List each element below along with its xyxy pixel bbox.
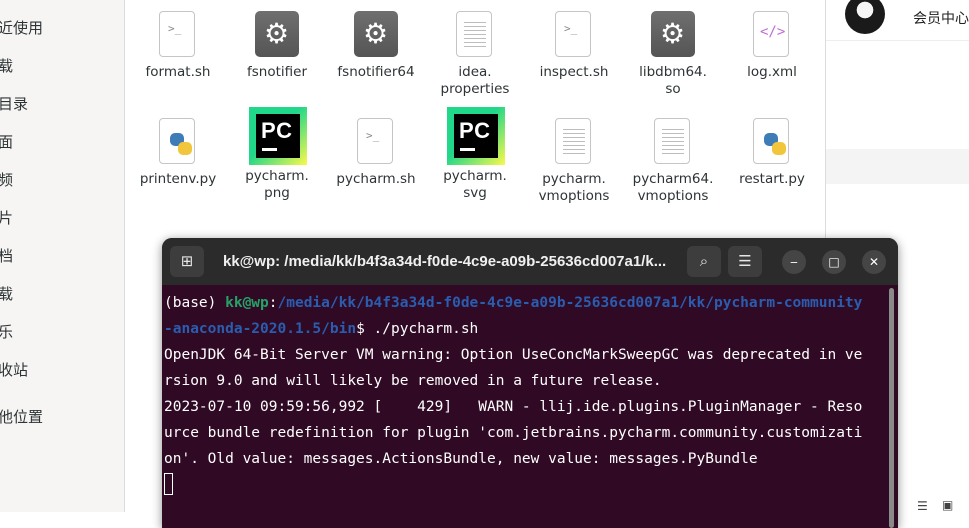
file-item[interactable]: >_ pycharm.sh: [326, 118, 426, 188]
sidebar-item-other-locations[interactable]: 他位置: [0, 406, 43, 427]
close-icon[interactable]: ✕: [862, 250, 886, 274]
sidebar-item-trash[interactable]: 收站: [0, 359, 28, 380]
lock-icon[interactable]: ▣: [942, 498, 953, 512]
sidebar-item-documents[interactable]: 档: [0, 245, 13, 266]
hamburger-menu-icon[interactable]: ☰: [728, 246, 762, 277]
text-file-icon: [453, 11, 497, 59]
minimize-icon[interactable]: ‒: [782, 250, 806, 274]
output-line: 2023-07-10 09:59:56,992 [ 429] WARN - ll…: [164, 399, 863, 415]
file-item[interactable]: pycharm64. vmoptions: [623, 118, 723, 205]
cursor-line: [164, 472, 886, 498]
file-name: idea. properties: [440, 64, 510, 97]
maximize-icon[interactable]: □: [822, 250, 846, 274]
sidebar-item-downloads[interactable]: 载: [0, 55, 13, 76]
text-file-icon: [552, 118, 596, 166]
prompt-command: $ ./pycharm.sh: [356, 321, 479, 337]
file-item[interactable]: ⚙ libdbm64. so: [623, 11, 723, 98]
sidebar-item-recent[interactable]: 近使用: [0, 17, 43, 38]
file-name: pycharm. png: [245, 168, 309, 201]
prompt-env: (base): [164, 295, 226, 311]
output-line: on'. Old value: messages.ActionsBundle, …: [164, 451, 758, 467]
sidebar-item-music[interactable]: 乐: [0, 321, 13, 342]
sidebar-item-pictures[interactable]: 片: [0, 207, 13, 228]
file-item[interactable]: restart.py: [722, 118, 822, 188]
new-tab-icon[interactable]: ⊞: [170, 246, 204, 277]
xml-file-icon: </>: [750, 11, 794, 59]
file-name: restart.py: [739, 171, 805, 187]
prompt-colon: :: [268, 295, 278, 311]
sidebar-item-downloads-2[interactable]: 载: [0, 283, 13, 304]
pycharm-logo-icon: PC: [447, 107, 505, 165]
script-file-icon: >_: [354, 118, 398, 166]
search-icon[interactable]: ⌕: [687, 246, 721, 277]
sidebar-item-home[interactable]: 目录: [0, 93, 28, 114]
list-icon[interactable]: ☰: [917, 499, 928, 513]
file-name: pycharm. svg: [443, 168, 507, 201]
file-name: libdbm64. so: [639, 64, 707, 97]
script-file-icon: >_: [552, 11, 596, 59]
pycharm-logo-icon: PC: [249, 107, 307, 165]
prompt-path: /media/kk/b4f3a34d-f0de-4c9e-a09b-25636c…: [277, 295, 863, 311]
prompt-user: kk@wp: [225, 295, 269, 311]
file-manager-sidebar: 近使用 载 目录 面 频 片 档 载 乐 收站 他位置: [0, 0, 125, 512]
file-item[interactable]: printenv.py: [128, 118, 228, 188]
file-name: fsnotifier64: [337, 64, 415, 80]
output-line: OpenJDK 64-Bit Server VM warning: Option…: [164, 347, 863, 363]
output-line: rsion 9.0 and will likely be removed in …: [164, 373, 662, 389]
file-name: log.xml: [747, 64, 797, 80]
file-item[interactable]: PC pycharm. png: [227, 107, 327, 202]
sidebar-item-desktop[interactable]: 面: [0, 131, 13, 152]
prompt-line: (base) kk@wp:/media/kk/b4f3a34d-f0de-4c9…: [164, 290, 886, 316]
sidebar-item-videos[interactable]: 频: [0, 169, 13, 190]
file-item[interactable]: pycharm. vmoptions: [524, 118, 624, 205]
terminal-titlebar[interactable]: ⊞ kk@wp: /media/kk/b4f3a34d-f0de-4c9e-a0…: [162, 238, 898, 285]
executable-gear-icon: ⚙: [651, 11, 695, 59]
highlight-band: [826, 149, 969, 184]
file-item[interactable]: PC pycharm. svg: [425, 107, 525, 202]
file-name: pycharm64. vmoptions: [632, 171, 714, 204]
file-item[interactable]: >_ format.sh: [128, 11, 228, 81]
file-name: printenv.py: [139, 171, 217, 187]
member-center-link[interactable]: 会员中心: [913, 8, 969, 28]
file-name: pycharm.sh: [336, 171, 416, 187]
file-item[interactable]: ⚙ fsnotifier64: [326, 11, 426, 81]
output-line: urce bundle redefinition for plugin 'com…: [164, 425, 863, 441]
executable-gear-icon: ⚙: [354, 11, 398, 59]
file-item[interactable]: idea. properties: [425, 11, 525, 98]
text-cursor: [164, 472, 173, 495]
executable-gear-icon: ⚙: [255, 11, 299, 59]
file-name: fsnotifier: [246, 64, 307, 80]
terminal-scrollbar[interactable]: [889, 288, 894, 528]
avatar[interactable]: [845, 0, 885, 34]
python-file-icon: [750, 118, 794, 166]
text-file-icon: [651, 118, 695, 166]
file-item[interactable]: </> log.xml: [722, 11, 822, 81]
script-file-icon: >_: [156, 11, 200, 59]
file-item[interactable]: ⚙ fsnotifier: [227, 11, 327, 81]
file-item[interactable]: >_ inspect.sh: [524, 11, 624, 81]
terminal-output[interactable]: (base) kk@wp:/media/kk/b4f3a34d-f0de-4c9…: [164, 290, 886, 498]
file-name: inspect.sh: [539, 64, 609, 80]
divider: [826, 40, 969, 41]
prompt-line-continued: -anaconda-2020.1.5/bin$ ./pycharm.sh: [164, 316, 886, 342]
file-name: format.sh: [145, 64, 211, 80]
terminal-title: kk@wp: /media/kk/b4f3a34d-f0de-4c9e-a09b…: [223, 253, 667, 270]
python-file-icon: [156, 118, 200, 166]
prompt-path-continued: -anaconda-2020.1.5/bin: [164, 321, 357, 337]
terminal-window[interactable]: ⊞ kk@wp: /media/kk/b4f3a34d-f0de-4c9e-a0…: [162, 238, 898, 528]
file-name: pycharm. vmoptions: [538, 171, 610, 204]
